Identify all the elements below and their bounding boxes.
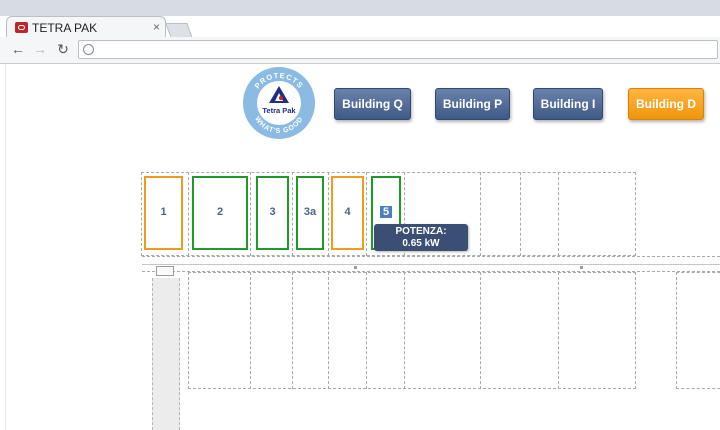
room-2[interactable]: 2 xyxy=(192,176,248,250)
reload-icon[interactable]: ↻ xyxy=(55,41,71,57)
room-label: 2 xyxy=(216,206,224,218)
room-label: 4 xyxy=(344,206,351,218)
room-3a[interactable]: 3a xyxy=(296,176,324,250)
tooltip-value: 0.65 kW xyxy=(402,238,440,249)
room-label-selected: 5 xyxy=(380,206,392,218)
room-3[interactable]: 3 xyxy=(256,176,289,250)
browser-tab[interactable]: TETRA PAK × xyxy=(6,16,166,38)
forward-arrow-icon[interactable]: → xyxy=(32,41,48,57)
stair-landing xyxy=(156,266,174,276)
building-i-button[interactable]: Building I xyxy=(533,88,603,120)
building-q-button[interactable]: Building Q xyxy=(334,88,411,120)
room-4[interactable]: 4 xyxy=(331,176,364,250)
room-label: 3a xyxy=(303,206,317,218)
room-1[interactable]: 1 xyxy=(144,176,183,250)
room-label: 1 xyxy=(160,206,167,218)
stair-shaft xyxy=(152,278,180,430)
os-menu-bar xyxy=(0,0,720,16)
room-label: 3 xyxy=(269,206,276,218)
tetra-pak-favicon-icon xyxy=(15,22,28,33)
tooltip-title: POTENZA: xyxy=(395,226,447,237)
tab-title: TETRA PAK xyxy=(32,21,98,35)
tetra-pak-logo: PROTECTS WHAT'S GOOD Tetra Pak xyxy=(243,67,315,139)
page-icon xyxy=(83,44,94,55)
building-d-button[interactable]: Building D xyxy=(628,88,704,120)
corridor xyxy=(142,264,720,265)
tab-close-icon[interactable]: × xyxy=(153,20,160,34)
back-arrow-icon[interactable]: ← xyxy=(10,41,26,57)
power-tooltip: POTENZA: 0.65 kW xyxy=(374,224,468,251)
new-tab-button[interactable] xyxy=(165,23,193,38)
logo-brand-text: Tetra Pak xyxy=(262,106,296,115)
browser-toolbar: ← → ↻ xyxy=(0,37,720,64)
floor-outline-bottom xyxy=(188,272,636,389)
building-p-button[interactable]: Building P xyxy=(435,88,510,120)
address-bar[interactable] xyxy=(78,40,718,59)
